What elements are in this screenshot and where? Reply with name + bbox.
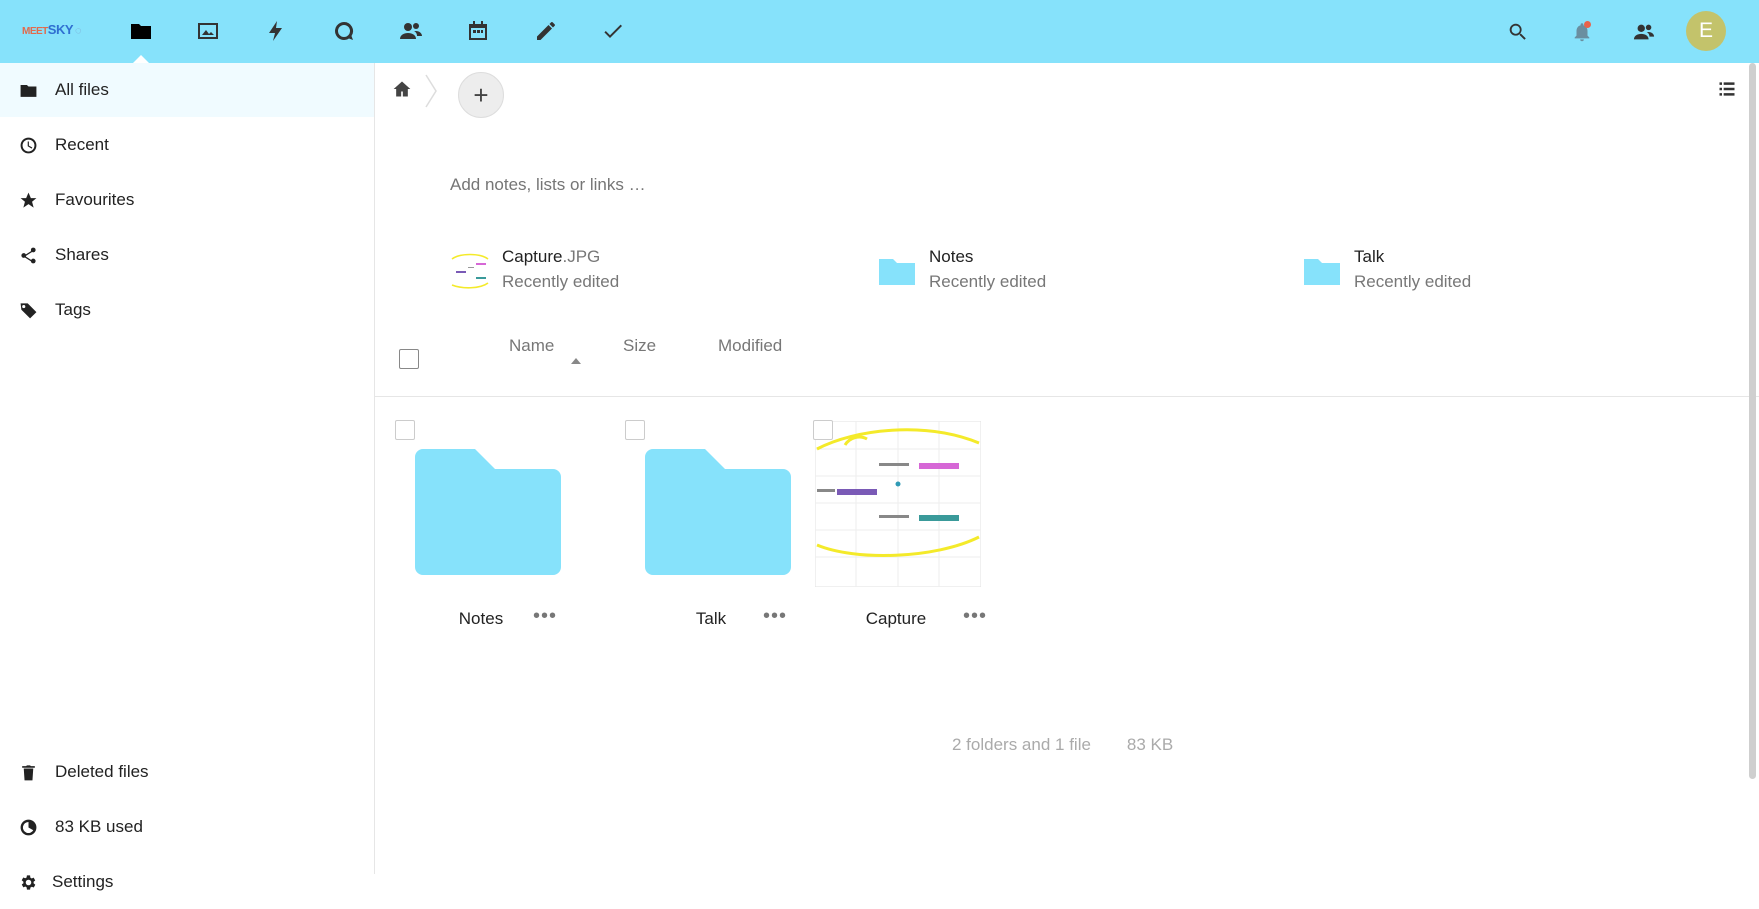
files-app-icon[interactable] xyxy=(123,12,159,50)
sidebar-item-settings[interactable]: Settings xyxy=(0,855,374,909)
brand-logo[interactable]: MEETSKY ◌ xyxy=(22,22,82,37)
select-all-checkbox[interactable] xyxy=(399,349,419,369)
folder-icon xyxy=(18,80,38,100)
sidebar-item-tags[interactable]: Tags xyxy=(0,283,374,337)
contacts-menu-icon[interactable] xyxy=(1628,16,1660,48)
sidebar-item-favourites[interactable]: Favourites xyxy=(0,173,374,227)
user-avatar[interactable]: E xyxy=(1686,11,1726,51)
summary-size: 83 KB xyxy=(1126,735,1174,754)
notes-app-icon[interactable] xyxy=(528,12,564,50)
calendar-app-icon[interactable] xyxy=(460,12,496,50)
recent-item-name: Notes xyxy=(929,247,974,266)
column-header-modified[interactable]: Modified xyxy=(718,336,782,356)
tasks-app-icon[interactable] xyxy=(595,12,631,50)
breadcrumb-separator xyxy=(425,74,437,108)
file-tile-notes[interactable]: Notes ••• xyxy=(375,411,575,641)
avatar-initial: E xyxy=(1698,19,1713,42)
column-header-name[interactable]: Name xyxy=(509,336,554,356)
talk-app-icon[interactable] xyxy=(326,12,362,50)
new-file-button[interactable]: + xyxy=(458,72,504,118)
quota-text: 83 KB used xyxy=(55,817,143,836)
recent-item-subtitle: Recently edited xyxy=(929,272,1047,291)
file-actions-more-icon[interactable]: ••• xyxy=(533,605,557,628)
image-thumbnail xyxy=(450,251,490,291)
notification-dot xyxy=(1584,21,1591,28)
sidebar-item-label: Shares xyxy=(55,245,109,264)
list-view-toggle-icon[interactable] xyxy=(1717,79,1741,103)
image-thumbnail xyxy=(815,421,981,587)
sidebar-item-recent[interactable]: Recent xyxy=(0,118,374,172)
sort-ascending-icon xyxy=(571,358,581,364)
tag-icon xyxy=(18,300,38,320)
active-app-caret xyxy=(133,55,149,63)
file-name: Notes xyxy=(458,609,504,628)
sidebar-item-shares[interactable]: Shares xyxy=(0,228,374,282)
share-icon xyxy=(18,245,38,265)
file-tile-capture[interactable]: Capture ••• xyxy=(813,411,1015,641)
file-tile-talk[interactable]: Talk ••• xyxy=(605,411,805,641)
folder-icon xyxy=(415,449,561,575)
clock-icon xyxy=(18,135,38,155)
folder-icon xyxy=(1304,259,1340,285)
photos-app-icon[interactable] xyxy=(190,12,226,50)
recent-item-subtitle: Recently edited xyxy=(502,272,620,291)
sidebar-item-all-files[interactable]: All files xyxy=(0,63,374,117)
file-list-summary: 2 folders and 1 file 83 KB xyxy=(952,735,1173,755)
sidebar-item-label: Tags xyxy=(55,300,91,319)
recent-item-name: Talk xyxy=(1354,247,1385,266)
folder-icon xyxy=(645,449,791,575)
sidebar-item-deleted-files[interactable]: Deleted files xyxy=(0,745,374,799)
main-content: + Capture.JPG Recently edited Notes Rece… xyxy=(375,63,1759,874)
file-checkbox[interactable] xyxy=(395,420,415,440)
file-checkbox[interactable] xyxy=(813,420,833,440)
contacts-app-icon[interactable] xyxy=(393,12,429,50)
recent-item-subtitle: Recently edited xyxy=(1354,272,1472,291)
star-icon xyxy=(18,190,38,210)
file-checkbox[interactable] xyxy=(625,420,645,440)
sidebar-item-label: Recent xyxy=(55,135,109,154)
pie-chart-icon xyxy=(18,817,38,837)
sidebar-item-label: All files xyxy=(55,80,109,99)
folder-icon xyxy=(879,259,915,285)
top-bar: MEETSKY ◌ E xyxy=(0,0,1759,63)
logo-text-sky: SKY xyxy=(47,22,74,37)
column-header-size[interactable]: Size xyxy=(623,336,656,356)
rich-workspace-input[interactable] xyxy=(450,175,1150,195)
file-actions-more-icon[interactable]: ••• xyxy=(963,605,987,628)
sidebar-item-label: Favourites xyxy=(55,190,135,209)
sidebar-item-label: Settings xyxy=(52,872,114,891)
recent-item-capture[interactable]: Capture.JPG Recently edited xyxy=(450,243,750,303)
gear-icon xyxy=(18,872,38,892)
recent-item-talk[interactable]: Talk Recently edited xyxy=(1302,243,1602,303)
logo-mark: ◌ xyxy=(75,25,82,37)
sidebar-quota: 83 KB used xyxy=(0,800,374,854)
activity-app-icon[interactable] xyxy=(258,12,294,50)
sidebar: All files Recent Favourites Shares Tags … xyxy=(0,63,375,891)
scrollbar[interactable] xyxy=(1749,63,1756,779)
notifications-bell-icon[interactable] xyxy=(1566,16,1598,48)
logo-text-meet: MEET xyxy=(22,26,48,37)
home-icon[interactable] xyxy=(392,79,414,101)
trash-icon xyxy=(18,762,38,782)
file-list-header xyxy=(375,341,1759,397)
summary-count: 2 folders and 1 file xyxy=(952,735,1091,754)
sidebar-item-label: Deleted files xyxy=(55,762,149,781)
recent-item-name: Capture.JPG xyxy=(502,247,601,266)
recent-item-notes[interactable]: Notes Recently edited xyxy=(877,243,1177,303)
search-icon[interactable] xyxy=(1502,16,1534,48)
